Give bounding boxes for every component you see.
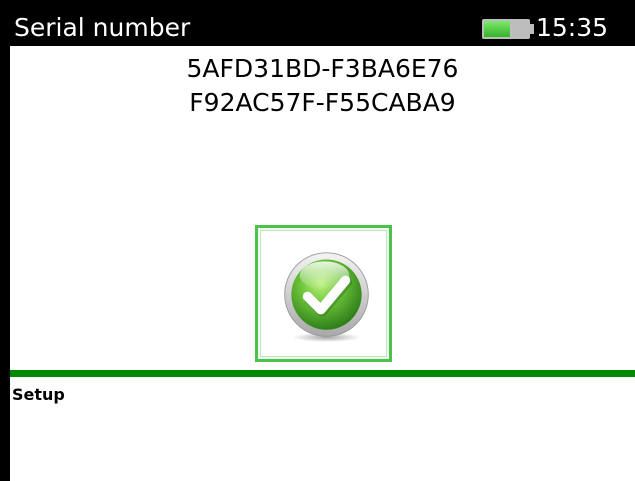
battery-level-fill [484, 21, 510, 37]
page-title: Serial number [14, 13, 191, 42]
confirm-button-inner [260, 230, 387, 357]
battery-icon [482, 19, 530, 39]
serial-number-line-1: 5AFD31BD-F3BA6E76 [186, 54, 459, 83]
clock-time: 15:35 [536, 13, 609, 42]
serial-number-line-2: F92AC57F-F55CABA9 [189, 88, 456, 117]
device-screen: Serial number 15:35 5AFD31BD-F3BA6E76 F9… [0, 0, 635, 481]
battery-tip [530, 24, 534, 34]
confirm-button[interactable] [255, 225, 392, 362]
title-bar: Serial number 15:35 [10, 10, 635, 46]
footer-setup-label[interactable]: Setup [12, 385, 65, 405]
display-area: Serial number 15:35 5AFD31BD-F3BA6E76 F9… [10, 10, 635, 481]
check-icon [284, 252, 369, 343]
footer-divider [10, 370, 635, 377]
